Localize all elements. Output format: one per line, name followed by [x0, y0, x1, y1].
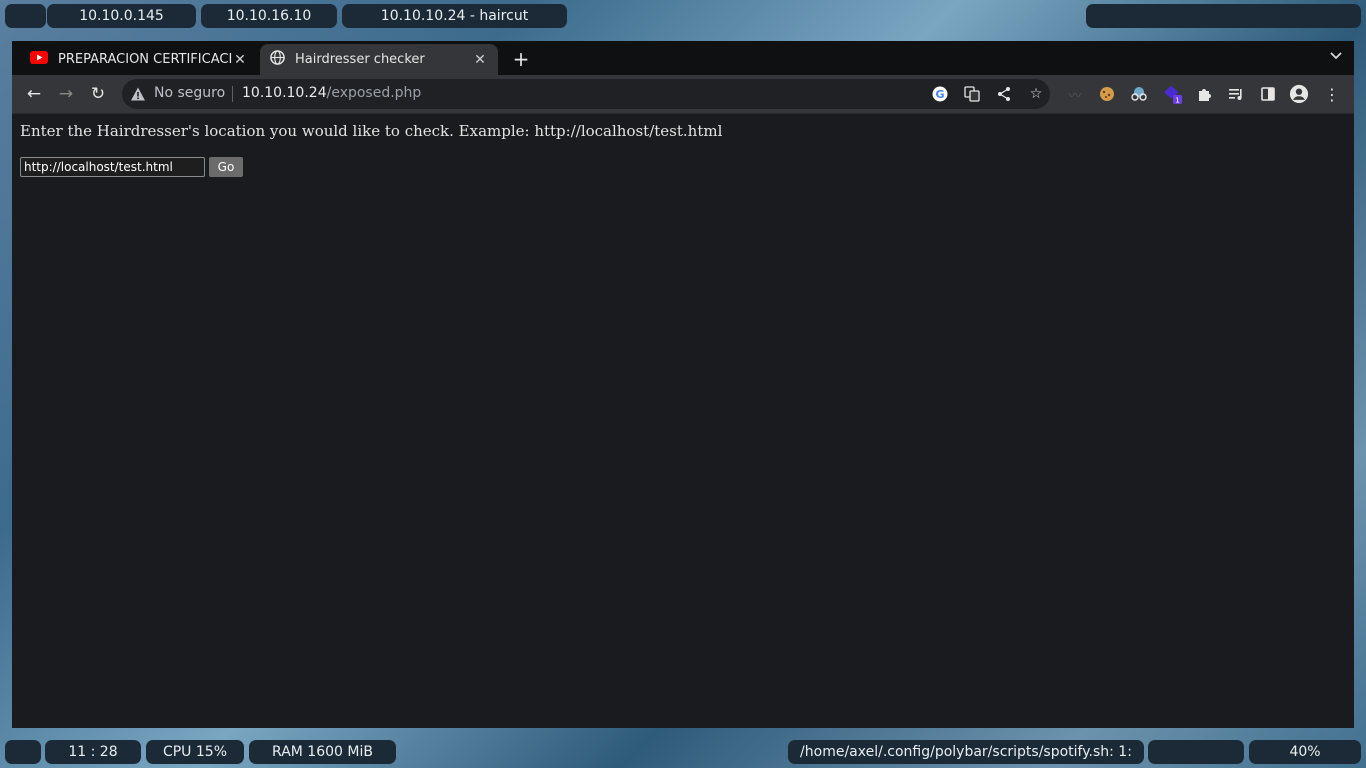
menu-module[interactable]: [5, 740, 41, 764]
workspace-3[interactable]: 10.10.10.24 - haircut: [342, 4, 567, 28]
url-text[interactable]: 10.10.10.24/exposed.php: [242, 85, 421, 101]
svg-text:G: G: [935, 88, 944, 101]
extension-cookie-icon[interactable]: [1097, 84, 1117, 104]
launcher-button[interactable]: [5, 4, 46, 28]
top-bar: 10.10.0.145 10.10.16.10 10.10.10.24 - ha…: [0, 4, 1366, 30]
browser-window: PREPARACIÓN CERTIFICACI ✕ Hairdresser ch…: [12, 41, 1354, 728]
empty-module: [1148, 740, 1244, 764]
translate-icon[interactable]: [962, 84, 982, 104]
spotify-module: /home/axel/.config/polybar/scripts/spoti…: [788, 740, 1144, 764]
share-icon[interactable]: [994, 84, 1014, 104]
url-path: /exposed.php: [326, 85, 422, 101]
tab-title: PREPARACIÓN CERTIFICACI: [58, 52, 232, 67]
bookmark-star-icon[interactable]: ☆: [1026, 84, 1046, 104]
extension-badge: 1: [1175, 96, 1180, 105]
location-input[interactable]: [20, 157, 205, 177]
browser-toolbar: ← → ↻ No seguro 10.10.10.24/exposed.php …: [12, 75, 1354, 114]
youtube-icon: [30, 51, 48, 68]
warning-icon[interactable]: [130, 86, 146, 102]
close-icon[interactable]: ✕: [232, 52, 248, 68]
tab-hairdresser[interactable]: Hairdresser checker ✕: [260, 44, 498, 75]
tab-strip: PREPARACIÓN CERTIFICACI ✕ Hairdresser ch…: [12, 41, 1354, 75]
side-panel-icon[interactable]: [1258, 84, 1278, 104]
address-bar[interactable]: No seguro 10.10.10.24/exposed.php G ☆: [122, 79, 1050, 109]
extension-mustache-icon[interactable]: 〰: [1065, 84, 1085, 104]
tab-youtube[interactable]: PREPARACIÓN CERTIFICACI ✕: [20, 44, 258, 75]
workspace-2[interactable]: 10.10.16.10: [201, 4, 337, 28]
bottom-bar: 11 : 28 CPU 15% RAM 1600 MiB /home/axel/…: [0, 740, 1366, 766]
tab-search-icon[interactable]: [1330, 49, 1342, 64]
extension-purple-icon[interactable]: 1: [1163, 84, 1183, 105]
tab-title: Hairdresser checker: [295, 52, 425, 67]
new-tab-button[interactable]: +: [510, 48, 532, 70]
cpu-usage: CPU 15%: [146, 740, 244, 764]
top-right-module: [1086, 4, 1361, 28]
extension-glasses-icon[interactable]: [1129, 84, 1149, 104]
forward-icon[interactable]: →: [54, 82, 78, 106]
reload-icon[interactable]: ↻: [86, 82, 110, 106]
globe-icon: [270, 50, 285, 69]
profile-avatar-icon[interactable]: [1289, 84, 1309, 104]
battery-level: 40%: [1249, 740, 1361, 764]
ram-usage: RAM 1600 MiB: [249, 740, 396, 764]
close-icon[interactable]: ✕: [472, 52, 488, 68]
url-host: 10.10.10.24: [242, 85, 327, 101]
page-content: Enter the Hairdresser's location you wou…: [12, 114, 1354, 728]
extensions-puzzle-icon[interactable]: [1194, 84, 1214, 104]
workspace-1[interactable]: 10.10.0.145: [47, 4, 196, 28]
google-icon[interactable]: G: [930, 84, 950, 104]
media-queue-icon[interactable]: [1226, 84, 1246, 104]
back-icon[interactable]: ←: [22, 82, 46, 106]
clock: 11 : 28: [45, 740, 141, 764]
divider: [232, 86, 233, 102]
go-button[interactable]: Go: [209, 157, 243, 177]
menu-kebab-icon[interactable]: ⋮: [1322, 84, 1342, 104]
page-instructions: Enter the Hairdresser's location you wou…: [20, 122, 723, 140]
security-label[interactable]: No seguro: [154, 85, 225, 101]
